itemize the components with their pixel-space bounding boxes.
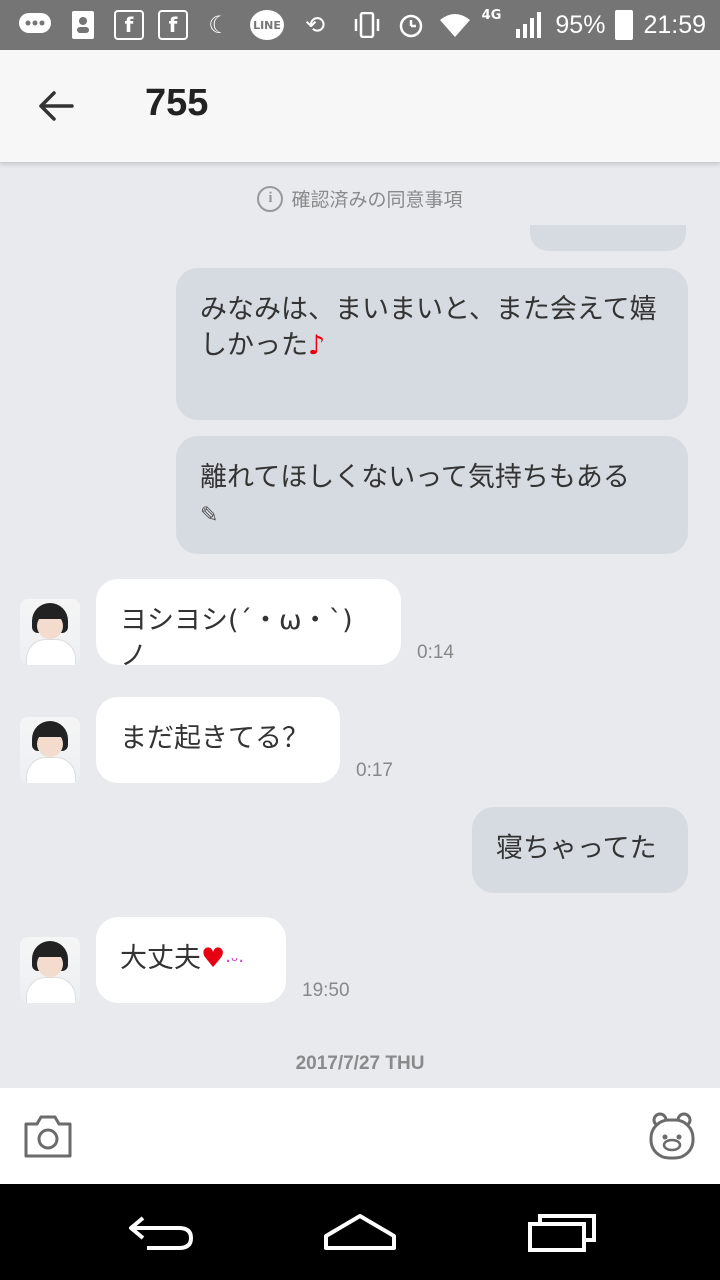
message-time: 0:14: [417, 642, 454, 663]
message-icon: [18, 8, 52, 42]
wifi-icon: [438, 8, 472, 42]
message-bubble-incoming[interactable]: 大丈夫♥·ᵕ·: [96, 917, 286, 1003]
back-icon: [129, 1216, 194, 1250]
info-icon: i: [257, 185, 284, 212]
music-note-icon: ♪: [308, 330, 326, 361]
camera-button[interactable]: [22, 1112, 74, 1160]
message-bubble-incoming[interactable]: まだ起きてる？: [96, 697, 340, 783]
alarm-icon: [394, 8, 428, 42]
message-text: ヨシヨシ(´・ω・`)ノ: [120, 605, 353, 672]
input-bar: [0, 1088, 720, 1184]
message-time: 19:50: [302, 980, 350, 1001]
battery-icon: [615, 10, 634, 40]
nav-home-button[interactable]: [320, 1206, 400, 1258]
message-time: 0:17: [356, 760, 393, 781]
network-type: 4G: [481, 7, 502, 23]
clock: 21:59: [643, 10, 706, 39]
battery-percent: 95%: [555, 10, 606, 39]
message-text: まだ起きてる？: [120, 723, 309, 754]
avatar[interactable]: [20, 937, 80, 1003]
message-text: 離れてほしくないって気持ちもある: [200, 462, 630, 493]
nav-recents-button[interactable]: [522, 1206, 602, 1258]
nav-back-button[interactable]: [120, 1206, 200, 1258]
consent-notice[interactable]: i 確認済みの同意事項: [0, 185, 720, 212]
home-icon: [324, 1214, 396, 1250]
line-icon: LINE: [250, 10, 284, 40]
message-bubble-incoming[interactable]: ヨシヨシ(´・ω・`)ノ: [96, 579, 401, 672]
system-icons: 4G 95% 21:59: [350, 8, 706, 42]
recents-icon: [528, 1214, 596, 1252]
facebook-icon: f: [158, 10, 188, 40]
vibrate-icon: [350, 8, 384, 42]
previous-message-edge: [530, 225, 686, 251]
avatar[interactable]: [20, 599, 80, 665]
heart-icon: ♥: [201, 943, 226, 974]
message-bubble-outgoing[interactable]: みなみは、まいまいと、また会えて嬉しかった♪: [176, 268, 688, 420]
back-button[interactable]: [28, 78, 84, 134]
system-nav-bar: [0, 1184, 720, 1280]
message-bubble-outgoing[interactable]: 寝ちゃってた: [472, 807, 688, 893]
notification-icons: f f ☾ LINE ⟲: [18, 8, 332, 42]
status-bar: f f ☾ LINE ⟲ 4G 95% 21:59: [0, 0, 720, 50]
rotate-icon: ⟲: [304, 11, 326, 39]
message-text: 大丈夫: [120, 943, 201, 974]
sticker-button[interactable]: [646, 1110, 698, 1162]
arrow-left-icon: [39, 91, 74, 121]
contacts-icon: [66, 8, 100, 42]
chat-header: 755: [0, 50, 720, 163]
message-text: みなみは、まいまいと、また会えて嬉しかった: [200, 294, 657, 361]
signal-icon: [511, 8, 545, 42]
avatar[interactable]: [20, 717, 80, 783]
consent-notice-text: 確認済みの同意事項: [291, 189, 463, 211]
chat-title: 755: [145, 82, 209, 124]
moon-icon: ☾: [208, 11, 230, 39]
message-bubble-outgoing[interactable]: 離れてほしくないって気持ちもある ✎: [176, 436, 688, 554]
message-list[interactable]: i 確認済みの同意事項 みなみは、まいまいと、また会えて嬉しかった♪ 離れてほし…: [0, 163, 720, 1088]
sparkle-face-icon: ·ᵕ·: [225, 951, 245, 972]
pen-emoji-icon: ✎: [200, 503, 219, 528]
date-separator: 2017/7/27 THU: [295, 1053, 425, 1074]
sticker-icon: [649, 1112, 695, 1160]
facebook-icon: f: [114, 10, 144, 40]
camera-icon: [24, 1115, 72, 1158]
message-text: 寝ちゃってた: [496, 833, 657, 864]
